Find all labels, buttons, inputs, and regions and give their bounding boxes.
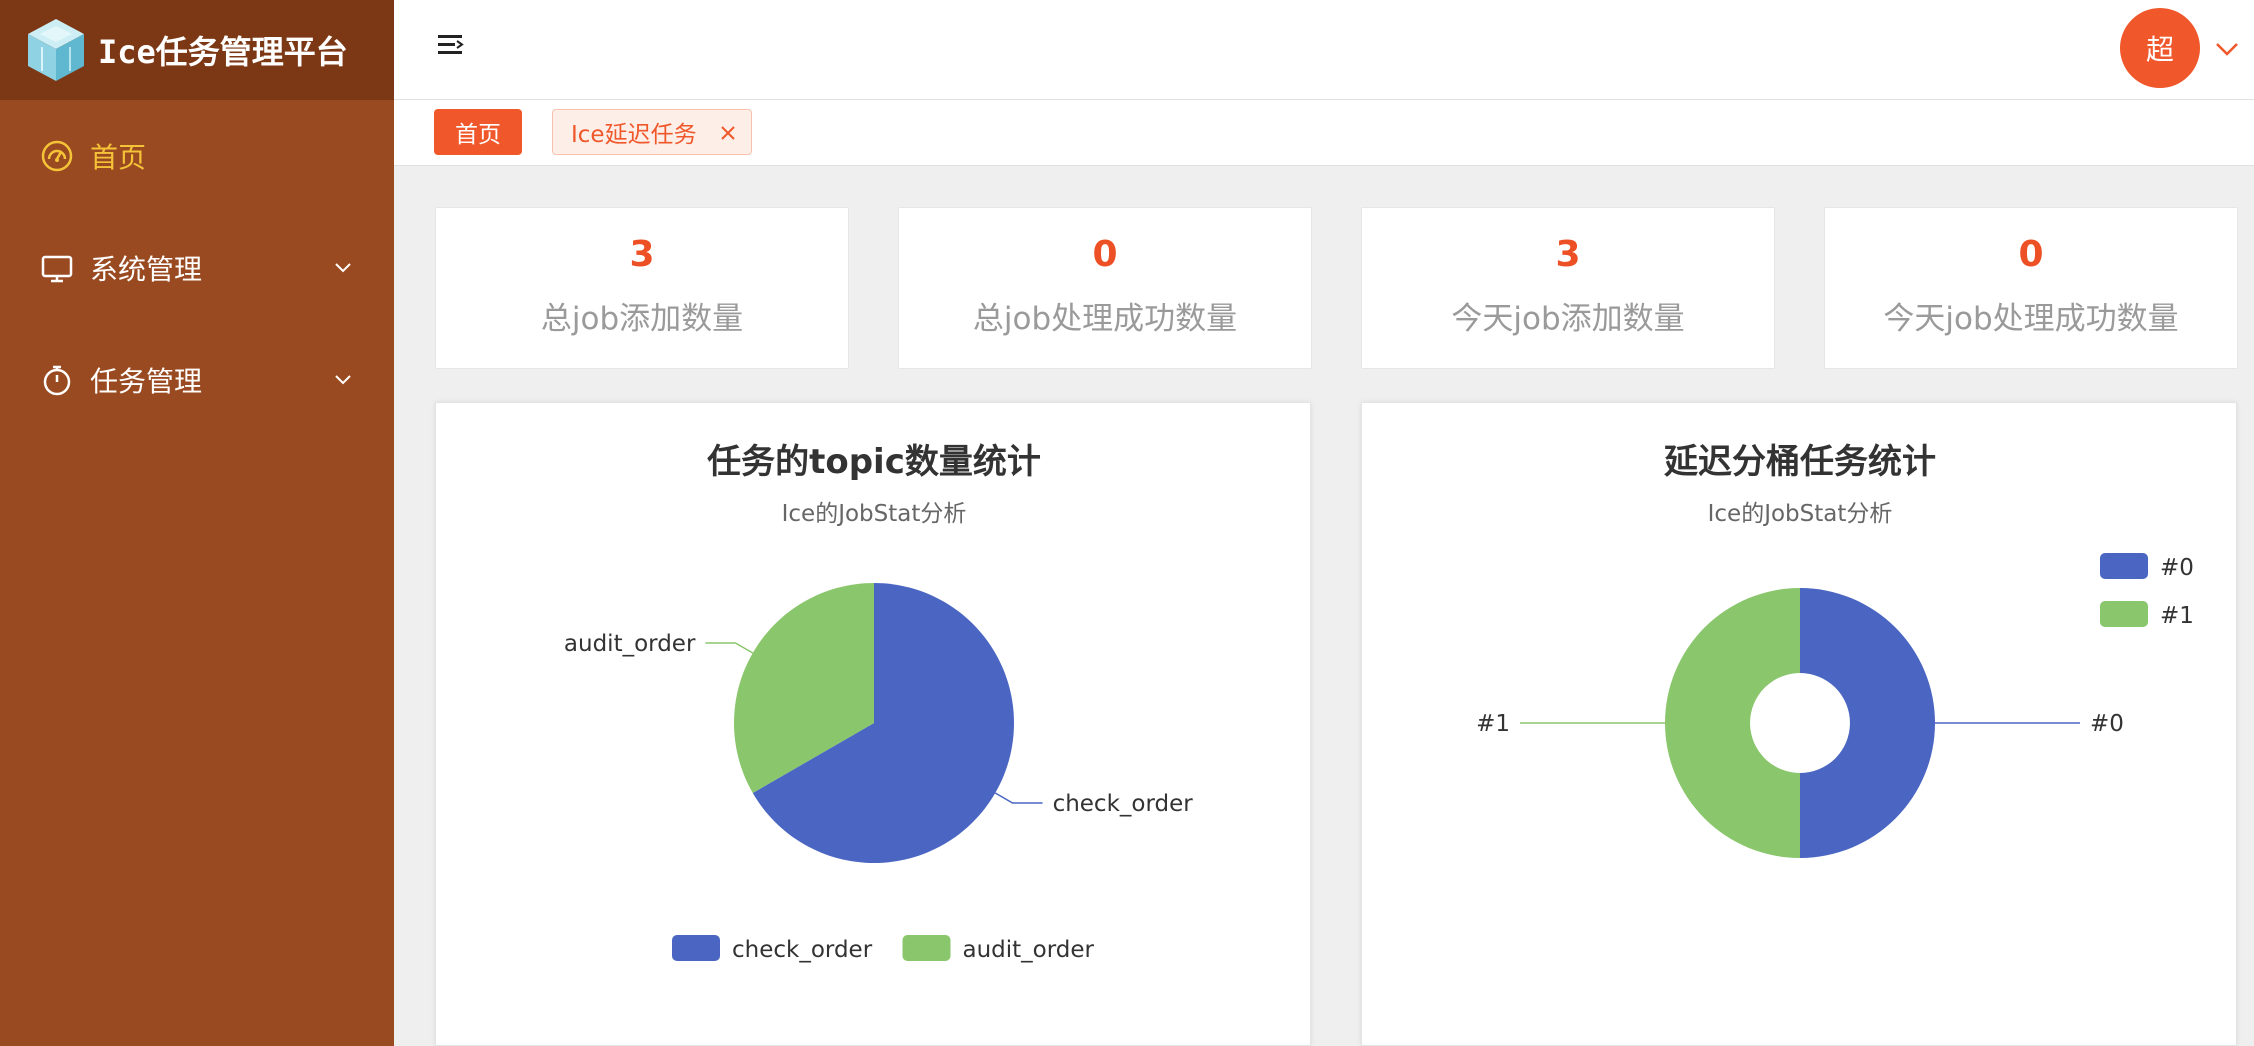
tab-label: Ice延迟任务 [571, 122, 697, 148]
sidebar-item-tasks[interactable]: 任务管理 [0, 340, 394, 420]
stat-card-today-added: 3 今天job添加数量 [1361, 207, 1775, 369]
legend-label: check_order [732, 937, 873, 963]
stat-label: 今天job添加数量 [1451, 301, 1685, 337]
pie-slice-n0[interactable] [1800, 588, 1935, 858]
tab-ice-delay-task[interactable]: Ice延迟任务 [552, 109, 752, 155]
chart-title: 任务的topic数量统计 [707, 442, 1041, 482]
sidebar-item-label: 系统管理 [90, 253, 203, 286]
bucket-donut-chart: 延迟分桶任务统计 Ice的JobStat分析 #0 #1 #0 #1 [1476, 442, 2194, 858]
top-header: 超 [394, 0, 2254, 100]
legend-item[interactable]: #0 [2100, 553, 2194, 581]
stat-label: 总job处理成功数量 [972, 301, 1238, 337]
stat-value: 0 [2018, 234, 2044, 275]
chevron-down-icon[interactable] [2214, 40, 2240, 58]
sidebar-item-system[interactable]: 系统管理 [0, 228, 394, 308]
dashboard-icon [41, 140, 73, 172]
chart-card-topic: 任务的topic数量统计 Ice的JobStat分析 check_orderau… [435, 402, 1311, 1046]
timer-icon [43, 365, 71, 396]
stat-card-today-success: 0 今天job处理成功数量 [1824, 207, 2238, 369]
sidebar-item-home[interactable]: 首页 [0, 116, 394, 196]
legend-item[interactable]: audit_order [902, 935, 1095, 963]
legend-label: #1 [2160, 603, 2194, 629]
monitor-icon [41, 255, 73, 283]
sidebar-item-label: 首页 [90, 141, 147, 174]
close-icon[interactable] [719, 124, 737, 142]
menu-toggle-icon[interactable] [436, 30, 466, 60]
chart-subtitle: Ice的JobStat分析 [782, 501, 967, 527]
stat-value: 3 [629, 234, 655, 275]
label-leader-line [705, 642, 754, 654]
sidebar-item-label: 任务管理 [90, 365, 203, 398]
legend-swatch [902, 935, 951, 961]
label-leader-line [994, 792, 1043, 804]
slice-label: check_order [1053, 791, 1194, 817]
slice-label: #0 [2090, 711, 2124, 737]
legend-swatch [672, 935, 720, 961]
stat-value: 3 [1555, 234, 1581, 275]
logo-bar: Ice任务管理平台 [0, 0, 394, 100]
stat-label: 总job添加数量 [540, 301, 744, 337]
chart-title: 延迟分桶任务统计 [1664, 442, 1936, 482]
tab-home[interactable]: 首页 [434, 109, 522, 155]
sidebar: Ice任务管理平台 首页 系统管理 任务管理 [0, 0, 394, 1046]
stat-card-total-success: 0 总job处理成功数量 [898, 207, 1312, 369]
pie-slice-n1[interactable] [1665, 588, 1800, 858]
user-avatar[interactable]: 超 [2120, 8, 2200, 88]
stat-label: 今天job处理成功数量 [1883, 301, 2179, 337]
tabs-bar: 首页 Ice延迟任务 [394, 100, 2254, 166]
chevron-down-icon [335, 375, 351, 385]
stat-card-total-added: 3 总job添加数量 [435, 207, 849, 369]
logo-cube-icon [28, 19, 84, 81]
slice-label: #1 [1476, 711, 1510, 737]
chevron-down-icon [335, 263, 351, 273]
topic-pie-chart: 任务的topic数量统计 Ice的JobStat分析 check_orderau… [564, 442, 1194, 963]
legend-label: audit_order [963, 937, 1095, 963]
legend-swatch [2100, 553, 2148, 579]
chart-card-bucket: 延迟分桶任务统计 Ice的JobStat分析 #0 #1 #0 #1 [1361, 402, 2237, 1046]
legend-item[interactable]: check_order [672, 935, 873, 963]
legend-label: #0 [2160, 555, 2194, 581]
chart-subtitle: Ice的JobStat分析 [1708, 501, 1893, 527]
legend-item[interactable]: #1 [2100, 601, 2194, 629]
legend-swatch [2100, 601, 2148, 627]
stat-value: 0 [1092, 234, 1118, 275]
slice-label: audit_order [564, 631, 696, 657]
app-title: Ice任务管理平台 [98, 33, 348, 71]
app-root: Ice任务管理平台 首页 系统管理 任务管理 超 首页 Ice延迟任务 3 总j… [0, 0, 2254, 1046]
